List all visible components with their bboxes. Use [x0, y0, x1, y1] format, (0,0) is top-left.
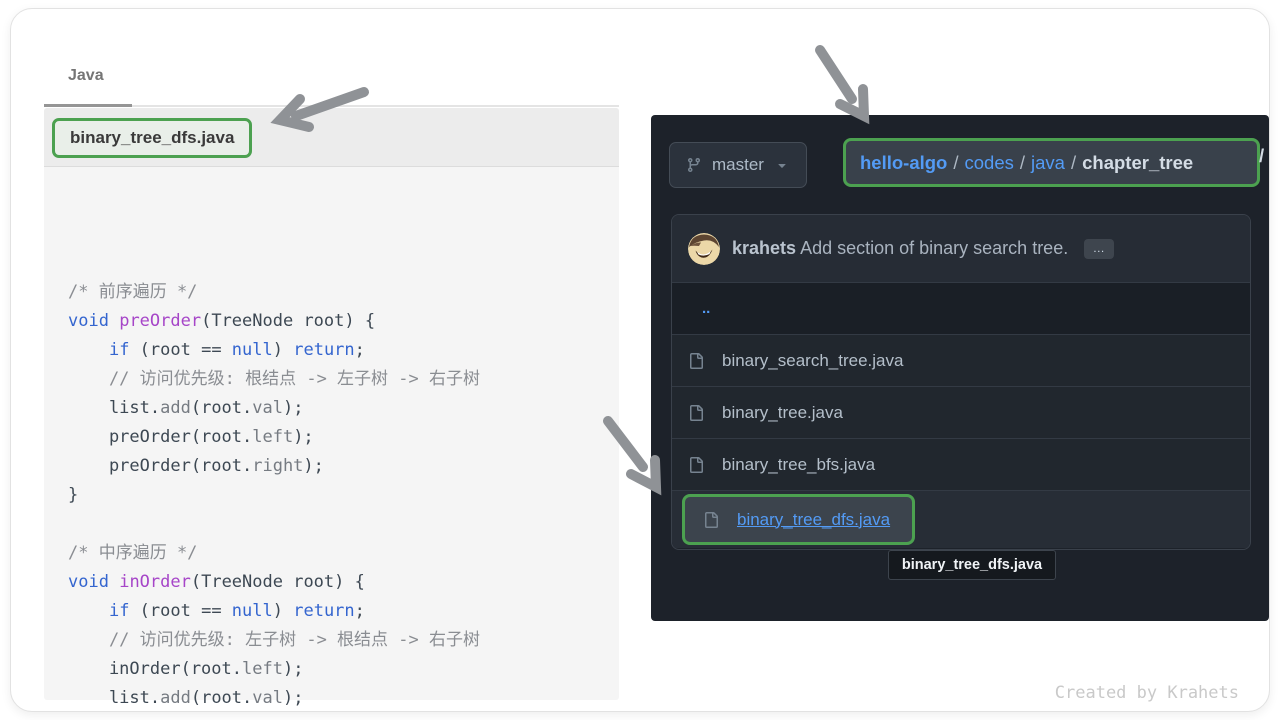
file-name[interactable]: binary_tree.java	[722, 403, 843, 423]
breadcrumb-highlight: hello-algo/codes/java/chapter_tree	[843, 138, 1260, 187]
file-row[interactable]: binary_search_tree.java	[672, 334, 1250, 386]
file-name[interactable]: binary_tree_bfs.java	[722, 455, 875, 475]
repo-panel: master hello-algo/codes/java/chapter_tre…	[651, 115, 1269, 621]
file-icon	[688, 457, 704, 473]
breadcrumb-segment: chapter_tree	[1082, 152, 1193, 173]
avatar[interactable]	[688, 233, 720, 265]
tab-active-indicator	[44, 104, 132, 107]
figure-card: Java binary_tree_dfs.java /* 前序遍历 */ voi…	[10, 8, 1270, 712]
file-list-box: krahets Add section of binary search tre…	[671, 214, 1251, 550]
commit-ellipsis-button[interactable]: …	[1084, 239, 1114, 259]
file-icon	[688, 353, 704, 369]
file-row-highlight-box: binary_tree_dfs.java	[682, 494, 915, 545]
file-name[interactable]: binary_search_tree.java	[722, 351, 903, 371]
file-icon	[703, 512, 719, 528]
file-row-highlighted[interactable]: binary_tree_dfs.java	[672, 490, 1250, 548]
link-tooltip: binary_tree_dfs.java	[888, 550, 1056, 580]
file-row[interactable]: binary_tree.java	[672, 386, 1250, 438]
file-name-link[interactable]: binary_tree_dfs.java	[737, 510, 890, 530]
branch-name: master	[712, 155, 764, 175]
breadcrumb-separator: /	[947, 152, 964, 173]
file-icon	[688, 405, 704, 421]
file-title: binary_tree_dfs.java	[70, 128, 234, 148]
breadcrumb-separator: /	[1014, 152, 1031, 173]
breadcrumb-segment[interactable]: codes	[965, 152, 1014, 173]
breadcrumb: hello-algo/codes/java/chapter_tree	[860, 152, 1193, 174]
file-title-highlight: binary_tree_dfs.java	[52, 118, 252, 158]
parent-directory-link[interactable]: ..	[702, 300, 710, 317]
latest-commit-row: krahets Add section of binary search tre…	[672, 215, 1250, 282]
parent-directory-row[interactable]: ..	[672, 282, 1250, 334]
credit-text: Created by Krahets	[1055, 683, 1239, 703]
tab-java[interactable]: Java	[68, 67, 104, 85]
breadcrumb-segment[interactable]: java	[1031, 152, 1065, 173]
breadcrumb-separator: /	[1065, 152, 1082, 173]
chevron-down-icon	[774, 157, 790, 173]
file-row[interactable]: binary_tree_bfs.java	[672, 438, 1250, 490]
code-header: binary_tree_dfs.java	[44, 108, 619, 167]
commit-author[interactable]: krahets	[732, 238, 796, 258]
commit-message[interactable]: krahets Add section of binary search tre…	[732, 238, 1068, 259]
code-panel: binary_tree_dfs.java /* 前序遍历 */ void pre…	[44, 108, 619, 700]
breadcrumb-trailing-slash: /	[1259, 145, 1264, 167]
branch-selector-button[interactable]: master	[669, 142, 807, 188]
breadcrumb-segment[interactable]: hello-algo	[860, 152, 947, 173]
git-branch-icon	[686, 157, 702, 173]
code-area: /* 前序遍历 */ void preOrder(TreeNode root) …	[68, 278, 480, 712]
